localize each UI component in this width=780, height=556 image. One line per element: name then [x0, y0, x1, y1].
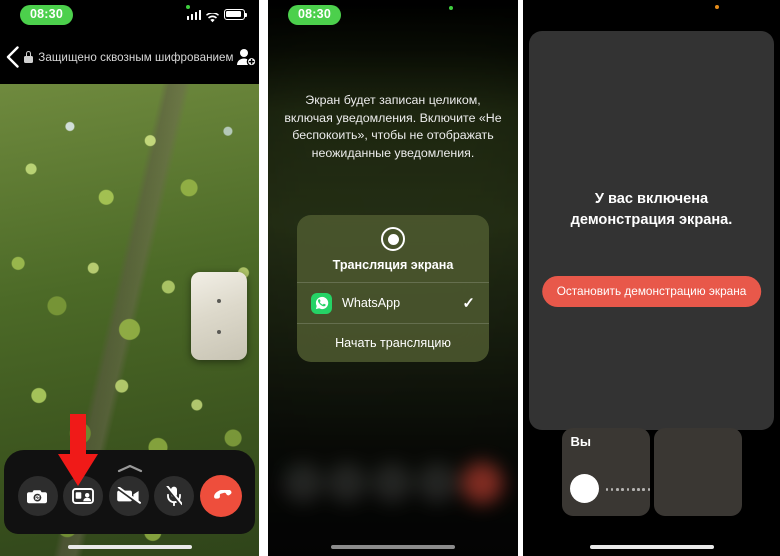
mic-off-icon [166, 486, 182, 506]
phone-panel-sharing-active: У вас включена демонстрация экрана. Оста… [523, 0, 780, 556]
privacy-indicator-dot [449, 6, 453, 10]
call-controls-bar [4, 450, 255, 534]
call-header: Защищено сквозным шифрованием [0, 30, 259, 84]
sheet-title: Трансляция экрана [332, 258, 454, 272]
self-thumbnail[interactable]: Вы [561, 428, 650, 516]
sheet-header: Трансляция экрана [297, 215, 489, 282]
share-status-line2: демонстрация экрана. [570, 212, 733, 228]
start-broadcast-button[interactable]: Начать трансляцию [297, 324, 489, 362]
add-participant-button[interactable] [234, 30, 259, 84]
pip-detail-dot [217, 330, 221, 334]
status-bar-middle: 08:30 [268, 0, 518, 30]
share-status-line1: У вас включена [594, 191, 709, 207]
phone-panel-call: 08:30 Защищено сквозным шифрованием [0, 0, 259, 556]
start-broadcast-label: Начать трансляцию [335, 336, 451, 350]
status-time: 08:30 [288, 5, 341, 25]
toggle-video-button[interactable] [108, 476, 149, 516]
back-button[interactable] [0, 30, 24, 84]
camera-flip-icon [27, 489, 47, 503]
screenshot-root: 08:30 Защищено сквозным шифрованием 08:3… [0, 0, 780, 556]
end-call-button[interactable] [199, 475, 242, 517]
panel-divider [259, 0, 268, 556]
remote-thumbnail[interactable] [653, 428, 742, 516]
encryption-notice: Защищено сквозным шифрованием [24, 50, 234, 64]
participant-thumbnails: Вы [523, 426, 780, 518]
blurred-call-controls [268, 462, 518, 504]
broadcast-app-name: WhatsApp [342, 296, 401, 310]
annotation-arrow [58, 414, 98, 486]
screen-share-card: У вас включена демонстрация экрана. Оста… [529, 31, 774, 430]
add-person-icon [237, 49, 257, 66]
encryption-text: Защищено сквозным шифрованием [38, 50, 234, 64]
screen-share-icon [72, 487, 94, 504]
phone-panel-broadcast-sheet: 08:30 Экран будет записан целиком, включ… [268, 0, 518, 556]
end-call-icon [214, 489, 232, 499]
self-view-pip[interactable] [191, 272, 247, 360]
recording-notice-text: Экран будет записан целиком, включая уве… [284, 93, 502, 160]
home-indicator [589, 544, 714, 549]
whatsapp-icon [311, 292, 332, 314]
record-circle-icon [381, 227, 405, 251]
checkmark-icon: ✓ [462, 294, 475, 312]
name-placeholder-dots [605, 488, 650, 491]
status-time: 08:30 [20, 5, 73, 25]
wifi-icon [206, 10, 219, 22]
avatar [569, 474, 599, 503]
privacy-indicator-dot [715, 5, 719, 9]
home-indicator [67, 544, 192, 549]
lock-icon [24, 51, 34, 63]
status-bar-left: 08:30 [0, 0, 259, 30]
share-status-message: У вас включена демонстрация экрана. [549, 189, 754, 231]
battery-icon [224, 9, 248, 20]
call-controls-row [4, 475, 255, 517]
broadcast-app-option-whatsapp[interactable]: WhatsApp ✓ [297, 283, 489, 323]
screen-broadcast-sheet: Трансляция экрана WhatsApp ✓ Начать тран… [297, 215, 489, 362]
switch-camera-button[interactable] [17, 476, 58, 516]
stop-screen-share-button[interactable]: Остановить демонстрацию экрана [541, 276, 762, 307]
status-icons [186, 9, 248, 22]
back-chevron-icon [6, 46, 19, 68]
self-thumbnail-label: Вы [570, 434, 592, 449]
video-off-icon [116, 487, 141, 505]
pip-detail-dot [217, 299, 221, 303]
toggle-mic-button[interactable] [154, 476, 194, 516]
status-bar-right [523, 0, 780, 30]
home-indicator [331, 544, 455, 549]
signal-bars-icon [186, 10, 201, 20]
chevron-up-icon [117, 464, 142, 473]
